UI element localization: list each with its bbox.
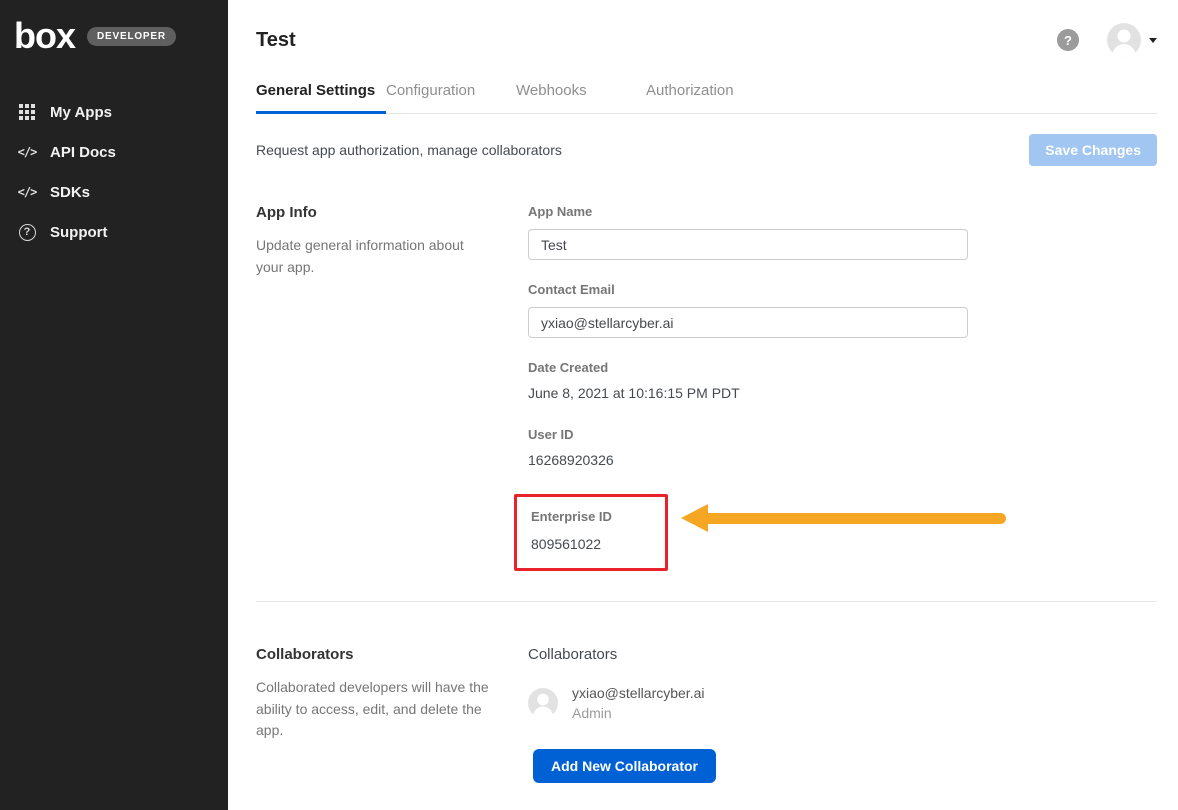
arrow-head-icon bbox=[681, 504, 708, 532]
sidebar-nav: My Apps </> API Docs </> SDKs ? Support bbox=[0, 92, 228, 252]
app-name-label: App Name bbox=[528, 204, 968, 219]
collaborators-description: Collaborated developers will have the ab… bbox=[256, 677, 494, 742]
sidebar-item-my-apps[interactable]: My Apps bbox=[0, 92, 228, 132]
app-info-form: App Name Contact Email Date Created June… bbox=[528, 204, 968, 571]
app-info-heading: App Info bbox=[256, 204, 528, 221]
date-created-value: June 8, 2021 at 10:16:15 PM PDT bbox=[528, 385, 968, 401]
date-created-group: Date Created June 8, 2021 at 10:16:15 PM… bbox=[528, 360, 968, 401]
collaborators-heading: Collaborators bbox=[256, 646, 528, 663]
title-actions: ? bbox=[1057, 23, 1157, 57]
sidebar-item-label: SDKs bbox=[50, 184, 90, 201]
main-content: Test ? General Settings Configuration We… bbox=[228, 0, 1178, 810]
box-logo[interactable]: box bbox=[14, 16, 75, 56]
app-name-field[interactable] bbox=[528, 229, 968, 260]
contact-email-group: Contact Email bbox=[528, 282, 968, 338]
collaborator-email: yxiao@stellarcyber.ai bbox=[572, 685, 705, 701]
enterprise-id-group: Enterprise ID 809561022 bbox=[528, 494, 968, 571]
sidebar-item-api-docs[interactable]: </> API Docs bbox=[0, 132, 228, 172]
contact-email-label: Contact Email bbox=[528, 282, 968, 297]
collaborators-section: Collaborators Collaborated developers wi… bbox=[256, 602, 1157, 783]
annotation-arrow bbox=[681, 504, 1006, 532]
user-id-value: 16268920326 bbox=[528, 452, 968, 468]
code-icon: </> bbox=[16, 182, 38, 202]
collaborator-avatar bbox=[528, 688, 558, 718]
date-created-label: Date Created bbox=[528, 360, 968, 375]
app-info-section: App Info Update general information abou… bbox=[256, 192, 1157, 571]
chevron-down-icon[interactable] bbox=[1149, 38, 1157, 43]
add-new-collaborator-button[interactable]: Add New Collaborator bbox=[533, 749, 716, 783]
sidebar-item-label: My Apps bbox=[50, 104, 112, 121]
app-info-left: App Info Update general information abou… bbox=[256, 204, 528, 571]
code-icon: </> bbox=[16, 142, 38, 162]
save-changes-button[interactable]: Save Changes bbox=[1029, 134, 1157, 166]
avatar[interactable] bbox=[1107, 23, 1141, 57]
collaborator-role: Admin bbox=[572, 705, 705, 721]
sidebar-item-support[interactable]: ? Support bbox=[0, 212, 228, 252]
developer-badge: DEVELOPER bbox=[87, 27, 176, 46]
collaborator-row: yxiao@stellarcyber.ai Admin bbox=[528, 685, 968, 721]
page-title: Test bbox=[256, 29, 296, 52]
user-id-group: User ID 16268920326 bbox=[528, 427, 968, 468]
sidebar-item-sdks[interactable]: </> SDKs bbox=[0, 172, 228, 212]
title-row: Test ? bbox=[256, 0, 1157, 72]
logo-row: box DEVELOPER bbox=[0, 0, 228, 56]
help-icon[interactable]: ? bbox=[1057, 29, 1079, 51]
user-id-label: User ID bbox=[528, 427, 968, 442]
tab-authorization[interactable]: Authorization bbox=[646, 74, 776, 113]
grid-icon bbox=[16, 102, 38, 122]
enterprise-id-value: 809561022 bbox=[531, 536, 651, 552]
collaborators-list: Collaborators yxiao@stellarcyber.ai Admi… bbox=[528, 646, 968, 783]
app-info-description: Update general information about your ap… bbox=[256, 235, 494, 278]
sidebar: box DEVELOPER My Apps </> API Docs </> S… bbox=[0, 0, 228, 810]
enterprise-id-label: Enterprise ID bbox=[531, 509, 651, 524]
tab-bar: General Settings Configuration Webhooks … bbox=[256, 74, 1157, 114]
page-subtitle: Request app authorization, manage collab… bbox=[256, 142, 562, 158]
tab-general-settings[interactable]: General Settings bbox=[256, 74, 386, 114]
question-circle-icon: ? bbox=[16, 222, 38, 242]
tab-configuration[interactable]: Configuration bbox=[386, 74, 516, 113]
annotation-highlight-box: Enterprise ID 809561022 bbox=[514, 494, 668, 571]
collaborator-meta: yxiao@stellarcyber.ai Admin bbox=[572, 685, 705, 721]
app-name-group: App Name bbox=[528, 204, 968, 260]
toolbar-row: Request app authorization, manage collab… bbox=[256, 114, 1157, 192]
arrow-shaft bbox=[708, 513, 1006, 524]
collaborators-left: Collaborators Collaborated developers wi… bbox=[256, 646, 528, 783]
contact-email-field[interactable] bbox=[528, 307, 968, 338]
sidebar-item-label: Support bbox=[50, 224, 108, 241]
tab-webhooks[interactable]: Webhooks bbox=[516, 74, 646, 113]
sidebar-item-label: API Docs bbox=[50, 144, 116, 161]
collaborators-list-label: Collaborators bbox=[528, 646, 968, 663]
